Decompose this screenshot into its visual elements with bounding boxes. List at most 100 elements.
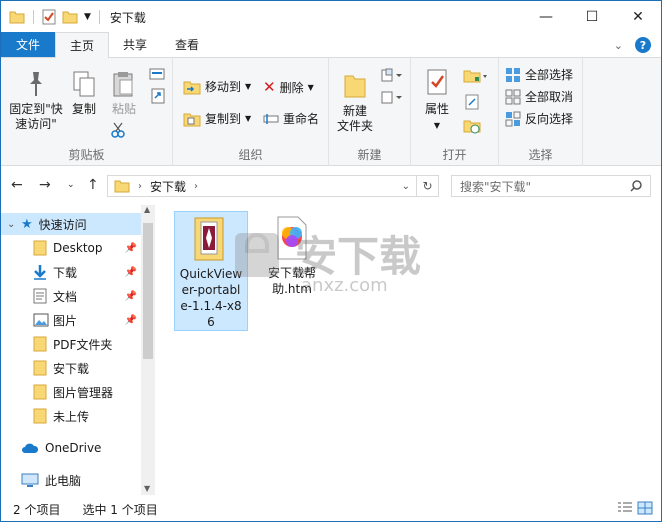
nav-item-pictures[interactable]: 图片 📌	[1, 309, 141, 331]
pin-icon[interactable]: 📌	[125, 267, 137, 278]
paste-icon	[113, 72, 133, 97]
file-name-line: e-1.1.4-x8	[180, 299, 242, 313]
nav-item-label: OneDrive	[45, 441, 102, 455]
select-all-button[interactable]: 全部选择	[505, 66, 573, 83]
folder-icon	[33, 384, 47, 400]
help-icon[interactable]: ?	[635, 37, 651, 53]
history-icon[interactable]	[463, 118, 481, 134]
ribbon-tabs: 文件 主页 共享 查看 ⌄ ?	[1, 32, 661, 58]
tab-view[interactable]: 查看	[161, 32, 213, 57]
pin-quick-access-button[interactable]: 固定到"快 速访问"	[5, 70, 67, 132]
copy-label: 复制	[71, 102, 96, 116]
search-box[interactable]: 搜索"安下载"	[451, 175, 651, 197]
dropdown-arrow-icon: ▼	[245, 82, 252, 91]
customize-toolbar-icon[interactable]: ▼	[84, 12, 91, 22]
nav-item-label: PDF文件夹	[53, 337, 113, 352]
nav-scrollbar[interactable]: ▲ ▼	[141, 205, 155, 495]
close-button[interactable]: ✕	[615, 1, 661, 33]
new-folder-button[interactable]: 新建 文件夹	[333, 70, 377, 134]
quick-access-toolbar: ▼	[1, 9, 102, 25]
nav-item-documents[interactable]: 文档 📌	[1, 285, 141, 307]
new-folder-icon[interactable]	[62, 10, 78, 24]
window-title: 安下载	[109, 10, 146, 25]
paste-button[interactable]: 粘贴	[107, 70, 141, 117]
address-bar[interactable]: › 安下载 › ⌄ ↻	[107, 175, 439, 197]
file-item-quickviewer[interactable]: QuickView er-portabl e-1.1.4-x8 6	[174, 211, 248, 331]
nav-item-label: 图片	[53, 313, 78, 328]
refresh-icon[interactable]: ↻	[416, 176, 438, 196]
item-count: 2 个项目	[13, 502, 61, 517]
invert-selection-icon	[505, 111, 521, 126]
properties-button[interactable]: 属性 ▼	[417, 68, 457, 133]
tab-file[interactable]: 文件	[1, 32, 55, 57]
pin-icon[interactable]: 📌	[125, 243, 137, 254]
delete-button[interactable]: ✕ 删除 ▼	[263, 78, 314, 96]
nav-item-desktop[interactable]: Desktop 📌	[1, 237, 141, 259]
select-none-label: 全部取消	[525, 90, 574, 104]
maximize-button[interactable]: ☐	[569, 1, 615, 33]
pin-icon[interactable]: 📌	[125, 291, 137, 302]
properties-icon[interactable]	[42, 9, 56, 25]
nav-item-image-manager[interactable]: 图片管理器	[1, 381, 141, 403]
address-dropdown-icon[interactable]: ⌄	[402, 181, 410, 192]
move-to-button[interactable]: 移动到 ▼	[183, 78, 251, 95]
invert-selection-button[interactable]: 反向选择	[505, 110, 573, 127]
new-folder-label: 新建 文件夹	[336, 104, 373, 133]
nav-item-not-uploaded[interactable]: 未上传	[1, 405, 141, 427]
clipboard-group: 固定到"快 速访问" 复制 粘贴 剪贴板	[1, 58, 173, 166]
nav-item-this-pc[interactable]: 此电脑	[1, 469, 141, 491]
file-name-line: er-portabl	[181, 283, 241, 297]
nav-item-anxiazai[interactable]: 安下载	[1, 357, 141, 379]
scroll-up-icon[interactable]: ▲	[144, 205, 150, 214]
rename-icon	[263, 113, 279, 124]
view-switcher	[617, 501, 653, 515]
expand-ribbon-icon[interactable]: ⌄	[614, 39, 623, 52]
scroll-down-icon[interactable]: ▼	[144, 484, 150, 493]
new-group-label: 新建	[357, 148, 382, 162]
file-item-help-htm[interactable]: 安下载帮 助.htm	[255, 211, 329, 301]
copy-path-icon[interactable]	[149, 68, 165, 80]
pin-quick-access-label: 固定到"快 速访问"	[9, 102, 63, 131]
large-icons-view-icon[interactable]	[637, 501, 653, 515]
open-group: 属性 ▼ 打开	[411, 58, 499, 166]
details-view-icon[interactable]	[617, 501, 633, 515]
clipboard-group-label: 剪贴板	[68, 148, 105, 162]
new-item-icon[interactable]	[381, 68, 403, 82]
properties-label: 属性	[424, 102, 449, 116]
recent-locations-icon[interactable]: ⌄	[67, 180, 75, 190]
copy-icon	[73, 71, 95, 97]
open-icon[interactable]	[463, 68, 489, 84]
search-input[interactable]: 搜索"安下载"	[460, 178, 531, 195]
copy-button[interactable]: 复制	[67, 70, 101, 117]
rename-label: 重命名	[283, 112, 320, 126]
rename-button[interactable]: 重命名	[263, 110, 319, 127]
nav-item-label: 快速访问	[38, 217, 87, 232]
tab-share[interactable]: 共享	[109, 32, 161, 57]
selected-count: 选中 1 个项目	[82, 502, 158, 517]
title-bar: ▼ 安下载 — ☐ ✕	[1, 1, 661, 33]
back-arrow-icon[interactable]: ←	[11, 177, 23, 193]
breadcrumb-current[interactable]: 安下载	[150, 178, 186, 195]
separator	[98, 10, 100, 24]
copy-to-button[interactable]: 复制到 ▼	[183, 110, 251, 127]
expand-chevron-icon[interactable]: ⌄	[7, 219, 21, 230]
forward-arrow-icon[interactable]: →	[39, 177, 51, 193]
up-arrow-icon[interactable]: ↑	[87, 177, 99, 193]
nav-item-onedrive[interactable]: OneDrive	[1, 437, 141, 459]
nav-item-quick-access[interactable]: ⌄ ★ 快速访问	[1, 213, 141, 235]
archive-folder-icon	[194, 217, 224, 261]
select-none-button[interactable]: 全部取消	[505, 88, 573, 105]
tab-home[interactable]: 主页	[55, 32, 110, 58]
scissors-icon[interactable]	[111, 122, 125, 138]
easy-access-icon[interactable]	[381, 90, 403, 104]
folder-icon	[33, 240, 47, 256]
nav-scroll-thumb[interactable]	[143, 223, 153, 359]
pin-icon[interactable]: 📌	[125, 315, 137, 326]
folder-icon	[33, 360, 47, 376]
nav-item-downloads[interactable]: 下载 📌	[1, 261, 141, 283]
minimize-button[interactable]: —	[523, 1, 569, 33]
paste-shortcut-icon[interactable]	[151, 88, 165, 104]
file-name-line: 6	[207, 315, 215, 329]
edit-icon[interactable]	[465, 94, 479, 110]
nav-item-pdf-folder[interactable]: PDF文件夹	[1, 333, 141, 355]
